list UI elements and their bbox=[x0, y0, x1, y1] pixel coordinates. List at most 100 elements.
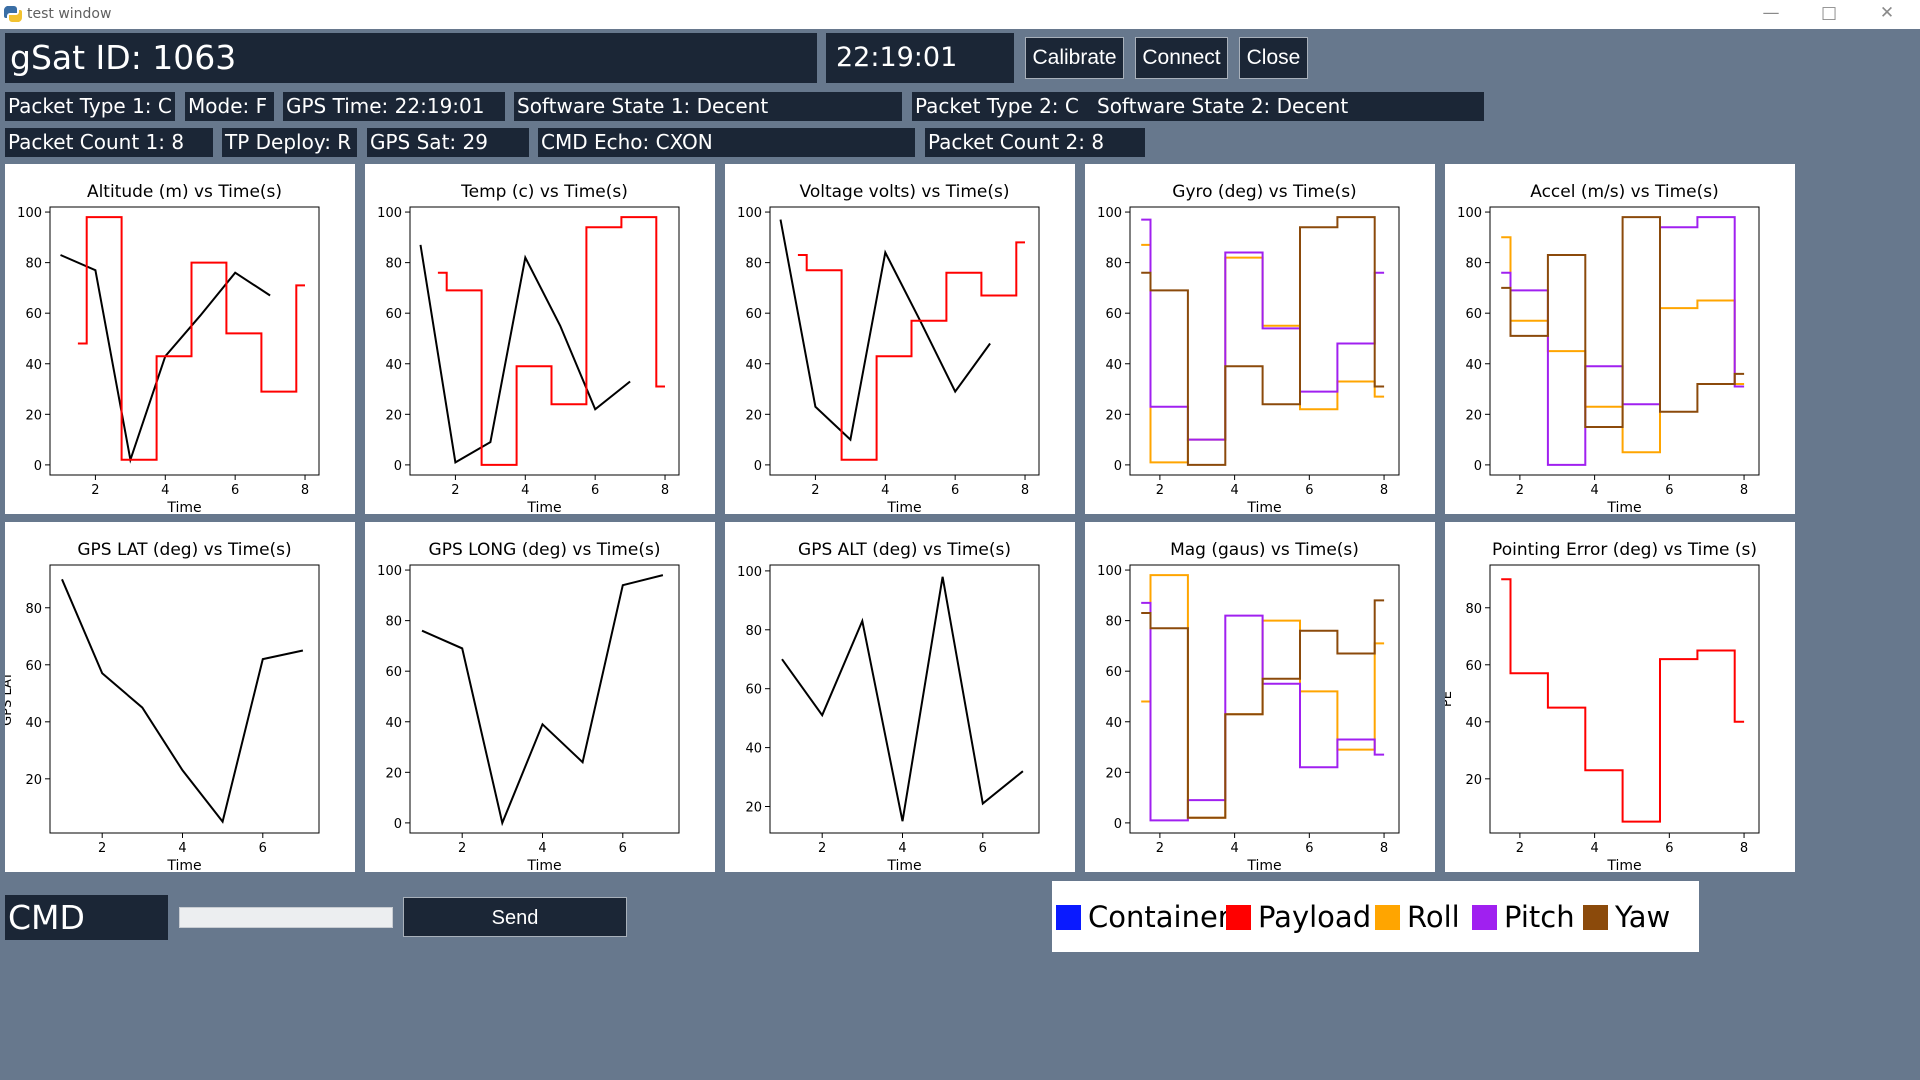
y-tick-label: 40 bbox=[1105, 358, 1122, 373]
x-axis-label: Time bbox=[886, 500, 921, 514]
plot-frame bbox=[1489, 564, 1760, 834]
y-tick-label: 0 bbox=[394, 459, 402, 474]
x-tick-label: 2 bbox=[1156, 841, 1164, 856]
y-tick-label: 20 bbox=[25, 773, 42, 788]
calibrate-button[interactable]: Calibrate bbox=[1025, 37, 1124, 79]
legend-item-roll: Roll bbox=[1375, 900, 1460, 934]
x-tick-label: 6 bbox=[1665, 483, 1673, 498]
x-tick-label: 6 bbox=[591, 483, 599, 498]
cmd-input[interactable] bbox=[179, 907, 393, 928]
connect-button[interactable]: Connect bbox=[1135, 37, 1228, 79]
x-tick-label: 2 bbox=[811, 483, 819, 498]
legend-item-payload: Payload bbox=[1226, 900, 1372, 934]
chart-svg: Pointing Error (deg) vs Time (s) 2 4 6 8 20 40… bbox=[1445, 540, 1760, 872]
y-tick-label: 20 bbox=[25, 408, 42, 423]
x-tick-label: 4 bbox=[881, 483, 889, 498]
y-tick-label: 100 bbox=[1457, 206, 1482, 221]
y-tick-label: 60 bbox=[1465, 307, 1482, 322]
packet-type-2-field: Packet Type 2: C bbox=[912, 92, 1095, 121]
y-tick-label: 80 bbox=[385, 257, 402, 272]
chart-svg: Voltage volts) vs Time(s)2 4 6 802040608010… bbox=[737, 182, 1040, 514]
y-tick-label: 80 bbox=[25, 602, 42, 617]
pointing-error-chart: Pointing Error (deg) vs Time (s) 2 4 6 8 20 40… bbox=[1445, 522, 1795, 872]
x-tick-label: 8 bbox=[661, 483, 669, 498]
y-tick-label: 100 bbox=[377, 564, 402, 579]
y-tick-label: 40 bbox=[1465, 716, 1482, 731]
legend-swatch bbox=[1056, 904, 1081, 930]
gps-sat-field: GPS Sat: 29 bbox=[367, 128, 529, 157]
legend-item-yaw: Yaw bbox=[1583, 900, 1670, 934]
x-tick-label: 4 bbox=[898, 841, 906, 856]
plot-frame bbox=[409, 564, 680, 834]
series-line bbox=[1141, 218, 1385, 441]
legend-swatch bbox=[1226, 904, 1251, 930]
gps-time-field: GPS Time: 22:19:01 bbox=[283, 92, 505, 121]
plot-frame bbox=[1489, 206, 1760, 476]
y-tick-label: 0 bbox=[1114, 459, 1122, 474]
y-tick-label: 40 bbox=[25, 716, 42, 731]
chart-svg: Gyro (deg) vs Time(s)2 4 6 8020406080100Tim… bbox=[1097, 182, 1400, 514]
gps-alt-chart: GPS ALT (deg) vs Time(s) 2 4 6 20 40 60 80 100 Ti… bbox=[725, 522, 1075, 872]
packet-count-1-field: Packet Count 1: 8 bbox=[5, 128, 213, 157]
x-axis-label: Time bbox=[526, 858, 561, 872]
y-tick-label: 0 bbox=[1114, 817, 1122, 832]
x-tick-label: 2 bbox=[91, 483, 99, 498]
y-tick-label: 60 bbox=[745, 683, 762, 698]
x-tick-label: 2 bbox=[451, 483, 459, 498]
y-axis-label: PE bbox=[1445, 691, 1455, 707]
series-line bbox=[1501, 216, 1745, 428]
y-tick-label: 40 bbox=[25, 358, 42, 373]
chart-title: Temp (c) vs Time(s) bbox=[460, 182, 628, 202]
x-tick-label: 6 bbox=[1665, 841, 1673, 856]
y-tick-label: 80 bbox=[1105, 615, 1122, 630]
close-button[interactable]: Close bbox=[1239, 37, 1308, 79]
series-line bbox=[437, 216, 665, 466]
x-tick-label: 2 bbox=[818, 841, 826, 856]
y-tick-label: 80 bbox=[1465, 257, 1482, 272]
mag-chart: Mag (gaus) vs Time(s) 2 4 6 8 0 20 40 60 80 100 Tim… bbox=[1085, 522, 1435, 872]
plot-frame bbox=[49, 206, 320, 476]
legend-item-pitch: Pitch bbox=[1472, 900, 1575, 934]
minimize-icon[interactable]: — bbox=[1748, 0, 1794, 29]
y-tick-label: 100 bbox=[1097, 206, 1122, 221]
x-tick-label: 6 bbox=[1305, 483, 1313, 498]
y-tick-label: 80 bbox=[385, 615, 402, 630]
y-tick-label: 60 bbox=[1105, 665, 1122, 680]
x-axis-label: Time bbox=[886, 858, 921, 872]
maximize-icon[interactable]: □ bbox=[1806, 0, 1852, 29]
cmd-label: CMD bbox=[5, 895, 168, 940]
x-tick-label: 2 bbox=[1516, 841, 1524, 856]
x-tick-label: 2 bbox=[98, 841, 106, 856]
x-tick-label: 6 bbox=[231, 483, 239, 498]
x-tick-label: 4 bbox=[161, 483, 169, 498]
python-icon bbox=[3, 6, 23, 22]
chart-svg: GPS LONG (deg) vs Time(s)2 4 6020406080100… bbox=[377, 540, 680, 872]
x-axis-label: Time bbox=[526, 500, 561, 514]
gsat-id-display: gSat ID: 1063 bbox=[5, 33, 817, 83]
legend-label: Payload bbox=[1258, 900, 1372, 934]
y-tick-label: 60 bbox=[25, 659, 42, 674]
y-tick-label: 60 bbox=[25, 307, 42, 322]
chart-title: Altitude (m) vs Time(s) bbox=[87, 182, 282, 202]
y-tick-label: 40 bbox=[745, 358, 762, 373]
x-axis-label: Time bbox=[166, 858, 201, 872]
series-line bbox=[60, 254, 271, 464]
y-tick-label: 20 bbox=[1465, 408, 1482, 423]
x-axis-label: Time bbox=[1606, 500, 1641, 514]
chart-title: GPS LONG (deg) vs Time(s) bbox=[429, 540, 661, 560]
y-tick-label: 0 bbox=[1474, 459, 1482, 474]
altitude-chart: Altitude (m) vs Time(s) 2 4 6 8 0 20 40 60 80 100 T… bbox=[5, 164, 355, 514]
x-tick-label: 2 bbox=[458, 841, 466, 856]
send-button[interactable]: Send bbox=[403, 897, 627, 937]
y-tick-label: 100 bbox=[17, 206, 42, 221]
plot-frame bbox=[1129, 206, 1400, 476]
y-tick-label: 60 bbox=[385, 665, 402, 680]
chart-title: Pointing Error (deg) vs Time (s) bbox=[1492, 540, 1757, 560]
voltage-chart: Voltage volts) vs Time(s) 2 4 6 8 0 20 40 60 80 10… bbox=[725, 164, 1075, 514]
close-window-icon[interactable]: ✕ bbox=[1864, 0, 1910, 29]
y-tick-label: 40 bbox=[745, 742, 762, 757]
x-tick-label: 2 bbox=[1156, 483, 1164, 498]
y-tick-label: 80 bbox=[1105, 257, 1122, 272]
chart-svg: Temp (c) vs Time(s)2 4 6 8020406080100Time bbox=[377, 182, 680, 514]
software-state-1-field: Software State 1: Decent bbox=[514, 92, 902, 121]
